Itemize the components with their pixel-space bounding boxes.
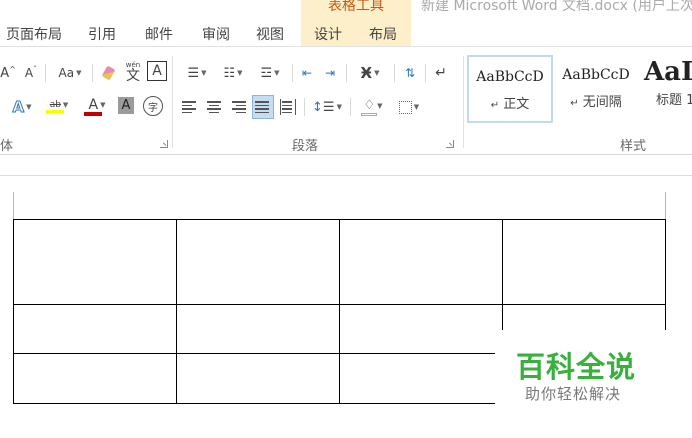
table-cell[interactable] [176, 304, 340, 354]
text-effects-button[interactable]: A ▼ [6, 96, 38, 118]
table-cell[interactable] [339, 304, 503, 354]
increase-indent-icon: ⇥ [324, 66, 336, 80]
margin-corner-right [665, 192, 666, 219]
tab-view[interactable]: 视图 [256, 24, 284, 44]
watermark-title: 百科全说 [516, 350, 637, 384]
document-title: 新建 Microsoft Word 文档.docx (用户上次 [421, 0, 692, 14]
align-right-button[interactable] [228, 96, 248, 118]
text-effects-icon: A [12, 98, 25, 117]
style-sample: AaI [644, 57, 692, 87]
phonetic-char: 文 [126, 67, 140, 84]
tab-design[interactable]: 设计 [314, 24, 342, 44]
font-dialog-launcher[interactable] [160, 140, 168, 148]
bullets-icon: ☰ [187, 65, 200, 81]
distributed-icon [280, 99, 296, 115]
clear-format-button[interactable] [98, 62, 118, 84]
decrease-indent-button[interactable]: ⇤ [297, 62, 317, 84]
multilevel-list-icon: ☲ [260, 65, 273, 81]
char-border-button[interactable]: A [147, 61, 167, 81]
decrease-indent-icon: ⇤ [301, 66, 313, 80]
increase-indent-button[interactable]: ⇥ [320, 62, 340, 84]
font-color-button[interactable]: A ▼ [80, 96, 114, 118]
borders-icon [398, 100, 412, 114]
align-left-icon [182, 99, 198, 115]
shading-color-bar [361, 113, 377, 116]
table-cell[interactable] [13, 219, 177, 305]
shading-button[interactable]: ♢ ▼ [355, 96, 391, 118]
style-name: 无间隔 [582, 95, 622, 110]
tab-references[interactable]: 引用 [88, 24, 116, 44]
chinese-layout-button[interactable]: Ӿ ▼ [352, 62, 388, 84]
ruler-divider [0, 175, 692, 176]
borders-button[interactable]: ▼ [392, 96, 426, 118]
style-normal[interactable]: AaBbCcD ↵ 正文 [467, 55, 553, 123]
show-marks-button[interactable]: ↵ [430, 62, 452, 84]
table-cell[interactable] [13, 353, 177, 404]
justify-button[interactable] [252, 95, 274, 119]
char-border-label: A [152, 63, 162, 79]
styles-group-label: 样式 [620, 139, 647, 154]
line-spacing-button[interactable]: ↕ ☰ ▼ [309, 96, 345, 118]
bullets-button[interactable]: ☰ ▼ [180, 62, 214, 84]
paragraph-dialog-launcher[interactable] [446, 140, 454, 148]
justify-icon [255, 99, 271, 115]
style-heading-1[interactable]: AaI 标题 1 [640, 55, 692, 123]
distributed-button[interactable] [278, 96, 298, 118]
phonetic-guide-button[interactable]: wén 文 [122, 58, 144, 86]
line-spacing-icon: ↕ [312, 99, 323, 115]
table-cell[interactable] [13, 304, 177, 354]
align-right-icon [230, 99, 246, 115]
highlight-button[interactable]: ab ▼ [42, 96, 76, 118]
char-shading-button[interactable]: A [118, 97, 134, 114]
style-no-spacing[interactable]: AaBbCcD ↵ 无间隔 [553, 55, 639, 123]
tab-mailings[interactable]: 邮件 [145, 24, 173, 44]
table-cell[interactable] [176, 219, 340, 305]
sort-icon: ⇅ [404, 66, 416, 80]
margin-corner-left [13, 192, 14, 219]
change-case-button[interactable]: Aa ▼ [53, 62, 87, 84]
table-tools-title: 表格工具 [328, 0, 384, 14]
highlight-color-bar [46, 110, 64, 114]
font-color-label: A [88, 96, 99, 113]
group-separator [463, 56, 464, 148]
watermark-subtitle: 助你轻松解决 [525, 385, 622, 403]
numbering-icon: ☷ [223, 65, 236, 81]
tab-review[interactable]: 审阅 [202, 24, 230, 44]
paragraph-group-label: 段落 [292, 139, 319, 154]
paint-bucket-icon: ♢ [363, 98, 376, 113]
eraser-icon [101, 65, 115, 81]
table-row [13, 219, 666, 305]
style-name: 正文 [503, 97, 530, 112]
char-shading-label: A [121, 98, 131, 113]
table-cell[interactable] [339, 219, 503, 305]
highlight-label: ab [49, 100, 61, 110]
tab-page-layout[interactable]: 页面布局 [6, 24, 62, 44]
style-sample: AaBbCcD [562, 67, 630, 83]
grow-font-button[interactable]: A ^ [0, 62, 16, 84]
enclose-char-label: 字 [148, 102, 158, 114]
sort-button[interactable]: ⇅ [399, 62, 421, 84]
paragraph-mark-icon: ↵ [435, 65, 447, 81]
group-separator [172, 56, 173, 148]
paragraph-mark-icon: ↵ [570, 98, 579, 109]
tab-layout[interactable]: 布局 [369, 24, 397, 44]
style-name: 标题 1 [656, 93, 692, 108]
multilevel-list-button[interactable]: ☲ ▼ [252, 62, 288, 84]
numbering-button[interactable]: ☷ ▼ [216, 62, 250, 84]
enclose-char-button[interactable]: 字 [143, 96, 163, 116]
align-center-icon [206, 99, 222, 115]
align-left-button[interactable] [180, 96, 200, 118]
font-color-bar [84, 111, 102, 116]
paragraph-mark-icon: ↵ [490, 100, 500, 111]
table-cell[interactable] [176, 353, 340, 404]
font-group-label: 体 [0, 139, 14, 154]
align-center-button[interactable] [204, 96, 224, 118]
shrink-font-button[interactable]: Aˇ [22, 62, 40, 84]
change-case-label: Aa [58, 66, 75, 80]
chinese-layout-icon: Ӿ [360, 64, 373, 82]
style-sample: AaBbCcD [476, 69, 544, 85]
table-cell[interactable] [339, 353, 503, 404]
table-cell[interactable] [502, 219, 666, 305]
